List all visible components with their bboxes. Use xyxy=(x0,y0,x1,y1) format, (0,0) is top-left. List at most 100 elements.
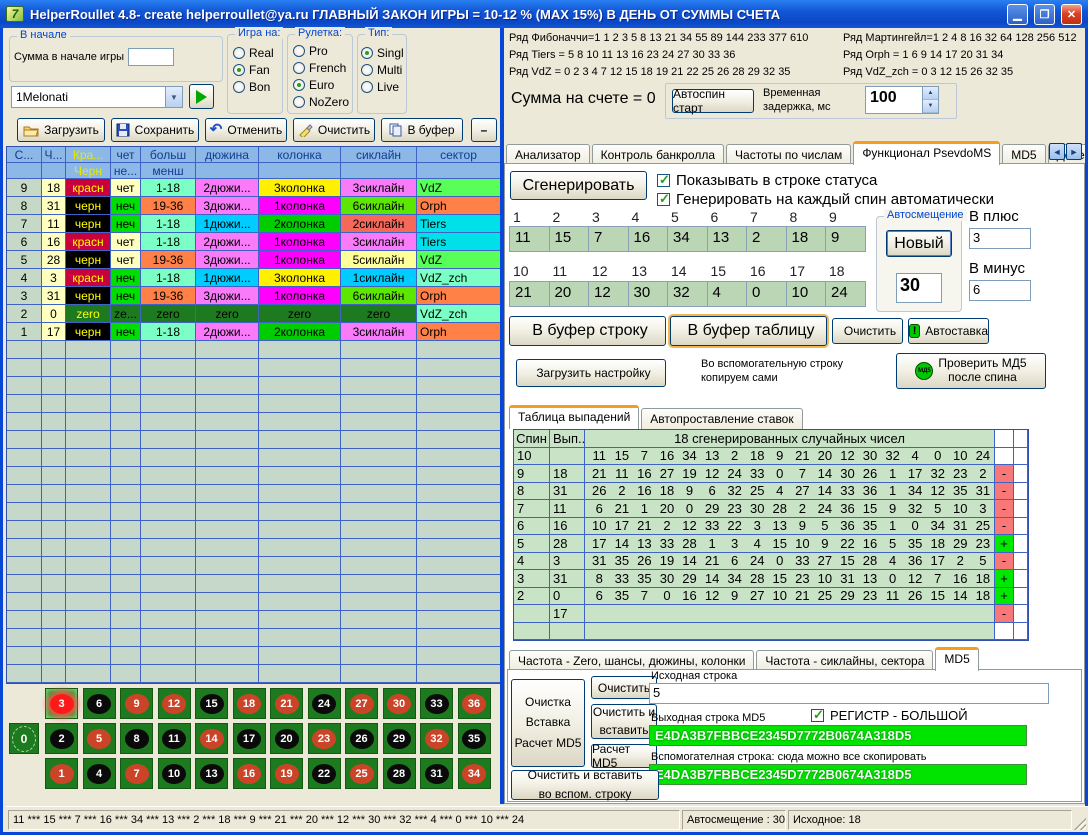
md5-aux-field[interactable]: E4DA3B7FBBCE2345D7772B0674A318D5 xyxy=(649,764,1027,785)
resize-grip[interactable] xyxy=(1074,818,1086,830)
board-cell-33[interactable]: 33 xyxy=(420,688,453,719)
board-cell-4[interactable]: 4 xyxy=(83,758,116,789)
md5-output-field[interactable]: E4DA3B7FBBCE2345D7772B0674A318D5 xyxy=(649,725,1027,746)
board-cell-zero[interactable]: 0 xyxy=(9,723,39,754)
spin-result-cell: 31 xyxy=(550,570,585,588)
toolbar-brush-button[interactable]: Очистить xyxy=(293,118,375,142)
board-cell-36[interactable]: 36 xyxy=(458,688,491,719)
board-cell-3[interactable]: 3 xyxy=(45,688,78,719)
copy-table-button[interactable]: В буфер таблицу xyxy=(670,316,827,346)
start-sum-input[interactable] xyxy=(128,48,174,66)
tab-частоты-по-числам[interactable]: Частоты по числам xyxy=(726,144,851,165)
clear-grid-button[interactable]: Очистить xyxy=(832,318,903,344)
board-cell-34[interactable]: 34 xyxy=(458,758,491,789)
radio-roulette-nozero[interactable]: NoZero xyxy=(293,93,349,110)
md5-case-checkbox[interactable]: РЕГИСТР - БОЛЬШОЙ xyxy=(811,708,968,723)
board-cell-12[interactable]: 12 xyxy=(158,688,191,719)
radio-type-singl[interactable]: Singl xyxy=(361,44,404,61)
check-md5-button[interactable]: МД5 Проверить МД5 после спина xyxy=(896,353,1046,389)
board-cell-8[interactable]: 8 xyxy=(120,723,153,754)
md5-clear-button[interactable]: Очистить xyxy=(591,676,657,699)
copy-row-button[interactable]: В буфер строку xyxy=(509,316,666,346)
board-cell-27[interactable]: 27 xyxy=(345,688,378,719)
radio-game-real[interactable]: Real xyxy=(233,44,274,61)
close-button[interactable]: ✕ xyxy=(1061,4,1082,25)
radio-roulette-pro[interactable]: Pro xyxy=(293,42,349,59)
board-cell-30[interactable]: 30 xyxy=(383,688,416,719)
radio-type-multi[interactable]: Multi xyxy=(361,61,404,78)
tab-функционал-psevdoms[interactable]: Функционал PsevdoMS xyxy=(853,141,1000,165)
minus-input[interactable]: 6 xyxy=(969,280,1031,301)
board-cell-5[interactable]: 5 xyxy=(83,723,116,754)
maximize-button[interactable]: ❐ xyxy=(1034,4,1055,25)
generate-button[interactable]: Сгенерировать xyxy=(510,171,647,200)
tab-scroll-left-icon[interactable]: ◄ xyxy=(1049,143,1065,160)
board-cell-15[interactable]: 15 xyxy=(195,688,228,719)
board-cell-11[interactable]: 11 xyxy=(158,723,191,754)
autobet-button[interactable]: ! Автоставка xyxy=(908,318,989,344)
md5-clear-paste-button[interactable]: Очистить и вставить xyxy=(591,704,657,739)
toolbar-undo-button[interactable]: ↶Отменить xyxy=(205,118,287,142)
chevron-down-icon[interactable]: ▼ xyxy=(165,87,182,107)
board-cell-32[interactable]: 32 xyxy=(420,723,453,754)
board-cell-23[interactable]: 23 xyxy=(308,723,341,754)
toolbar-save-button[interactable]: Сохранить xyxy=(111,118,199,142)
md5-calc-button[interactable]: Расчет MD5 xyxy=(591,744,657,768)
board-cell-35[interactable]: 35 xyxy=(458,723,491,754)
autospin-start-button[interactable]: Автоспин старт xyxy=(672,89,754,113)
board-cell-31[interactable]: 31 xyxy=(420,758,453,789)
board-cell-21[interactable]: 21 xyxy=(270,688,303,719)
board-cell-16[interactable]: 16 xyxy=(233,758,266,789)
toolbar-folder-open-button[interactable]: Загрузить xyxy=(17,118,105,142)
board-cell-19[interactable]: 19 xyxy=(270,758,303,789)
tab-контроль-банкролла[interactable]: Контроль банкролла xyxy=(592,144,724,165)
board-cell-18[interactable]: 18 xyxy=(233,688,266,719)
autoshift-value[interactable]: 30 xyxy=(896,273,942,303)
checkbox-autogen[interactable]: Генерировать на каждый спин автоматическ… xyxy=(657,191,994,208)
board-cell-9[interactable]: 9 xyxy=(120,688,153,719)
board-cell-20[interactable]: 20 xyxy=(270,723,303,754)
tab-scroll-right-icon[interactable]: ► xyxy=(1066,143,1082,160)
board-cell-29[interactable]: 29 xyxy=(383,723,416,754)
tab-freq-1[interactable]: Частота - сиклайны, сектора xyxy=(756,650,933,671)
board-cell-25[interactable]: 25 xyxy=(345,758,378,789)
board-cell-13[interactable]: 13 xyxy=(195,758,228,789)
spinner-up-icon[interactable]: ▲ xyxy=(923,87,938,100)
preset-dropdown[interactable]: 1Melonati ▼ xyxy=(11,86,183,108)
radio-game-bon[interactable]: Bon xyxy=(233,78,274,95)
tab-spin-table[interactable]: Таблица выпадений xyxy=(509,405,639,429)
md5-source-input[interactable]: 5 xyxy=(649,683,1049,704)
play-button[interactable] xyxy=(189,84,214,109)
toolbar-minus-button[interactable]: – xyxy=(471,118,497,142)
tab-auto-bets[interactable]: Автопроставление ставок xyxy=(641,408,802,429)
spinner-down-icon[interactable]: ▼ xyxy=(923,100,938,113)
md5-clear-paste-aux-button[interactable]: Очистить и вставить во вспом. строку xyxy=(511,770,659,800)
board-cell-1[interactable]: 1 xyxy=(45,758,78,789)
tab-анализатор[interactable]: Анализатор xyxy=(506,144,590,165)
radio-type-live[interactable]: Live xyxy=(361,78,404,95)
checkbox-show-status[interactable]: Показывать в строке статуса xyxy=(657,172,877,189)
autoshift-new-button[interactable]: Новый xyxy=(886,230,952,257)
board-cell-17[interactable]: 17 xyxy=(233,723,266,754)
minimize-button[interactable]: ▁ xyxy=(1007,4,1028,25)
radio-roulette-euro[interactable]: Euro xyxy=(293,76,349,93)
board-cell-7[interactable]: 7 xyxy=(120,758,153,789)
delay-spinner[interactable]: 100 ▲ ▼ xyxy=(865,86,939,114)
board-cell-2[interactable]: 2 xyxy=(45,723,78,754)
board-cell-24[interactable]: 24 xyxy=(308,688,341,719)
tab-md5[interactable]: MD5 xyxy=(935,647,978,671)
board-cell-28[interactable]: 28 xyxy=(383,758,416,789)
plus-input[interactable]: 3 xyxy=(969,228,1031,249)
board-cell-22[interactable]: 22 xyxy=(308,758,341,789)
tab-md5[interactable]: MD5 xyxy=(1002,144,1045,165)
board-cell-14[interactable]: 14 xyxy=(195,723,228,754)
load-settings-button[interactable]: Загрузить настройку xyxy=(516,359,666,387)
board-cell-10[interactable]: 10 xyxy=(158,758,191,789)
radio-roulette-french[interactable]: French xyxy=(293,59,349,76)
radio-game-fan[interactable]: Fan xyxy=(233,61,274,78)
toolbar-copy-button[interactable]: В буфер xyxy=(381,118,463,142)
md5-big-button[interactable]: Очистка Вставка Расчет MD5 xyxy=(511,679,585,767)
board-cell-26[interactable]: 26 xyxy=(345,723,378,754)
tab-freq-0[interactable]: Частота - Zero, шансы, дюжины, колонки xyxy=(509,650,754,671)
board-cell-6[interactable]: 6 xyxy=(83,688,116,719)
